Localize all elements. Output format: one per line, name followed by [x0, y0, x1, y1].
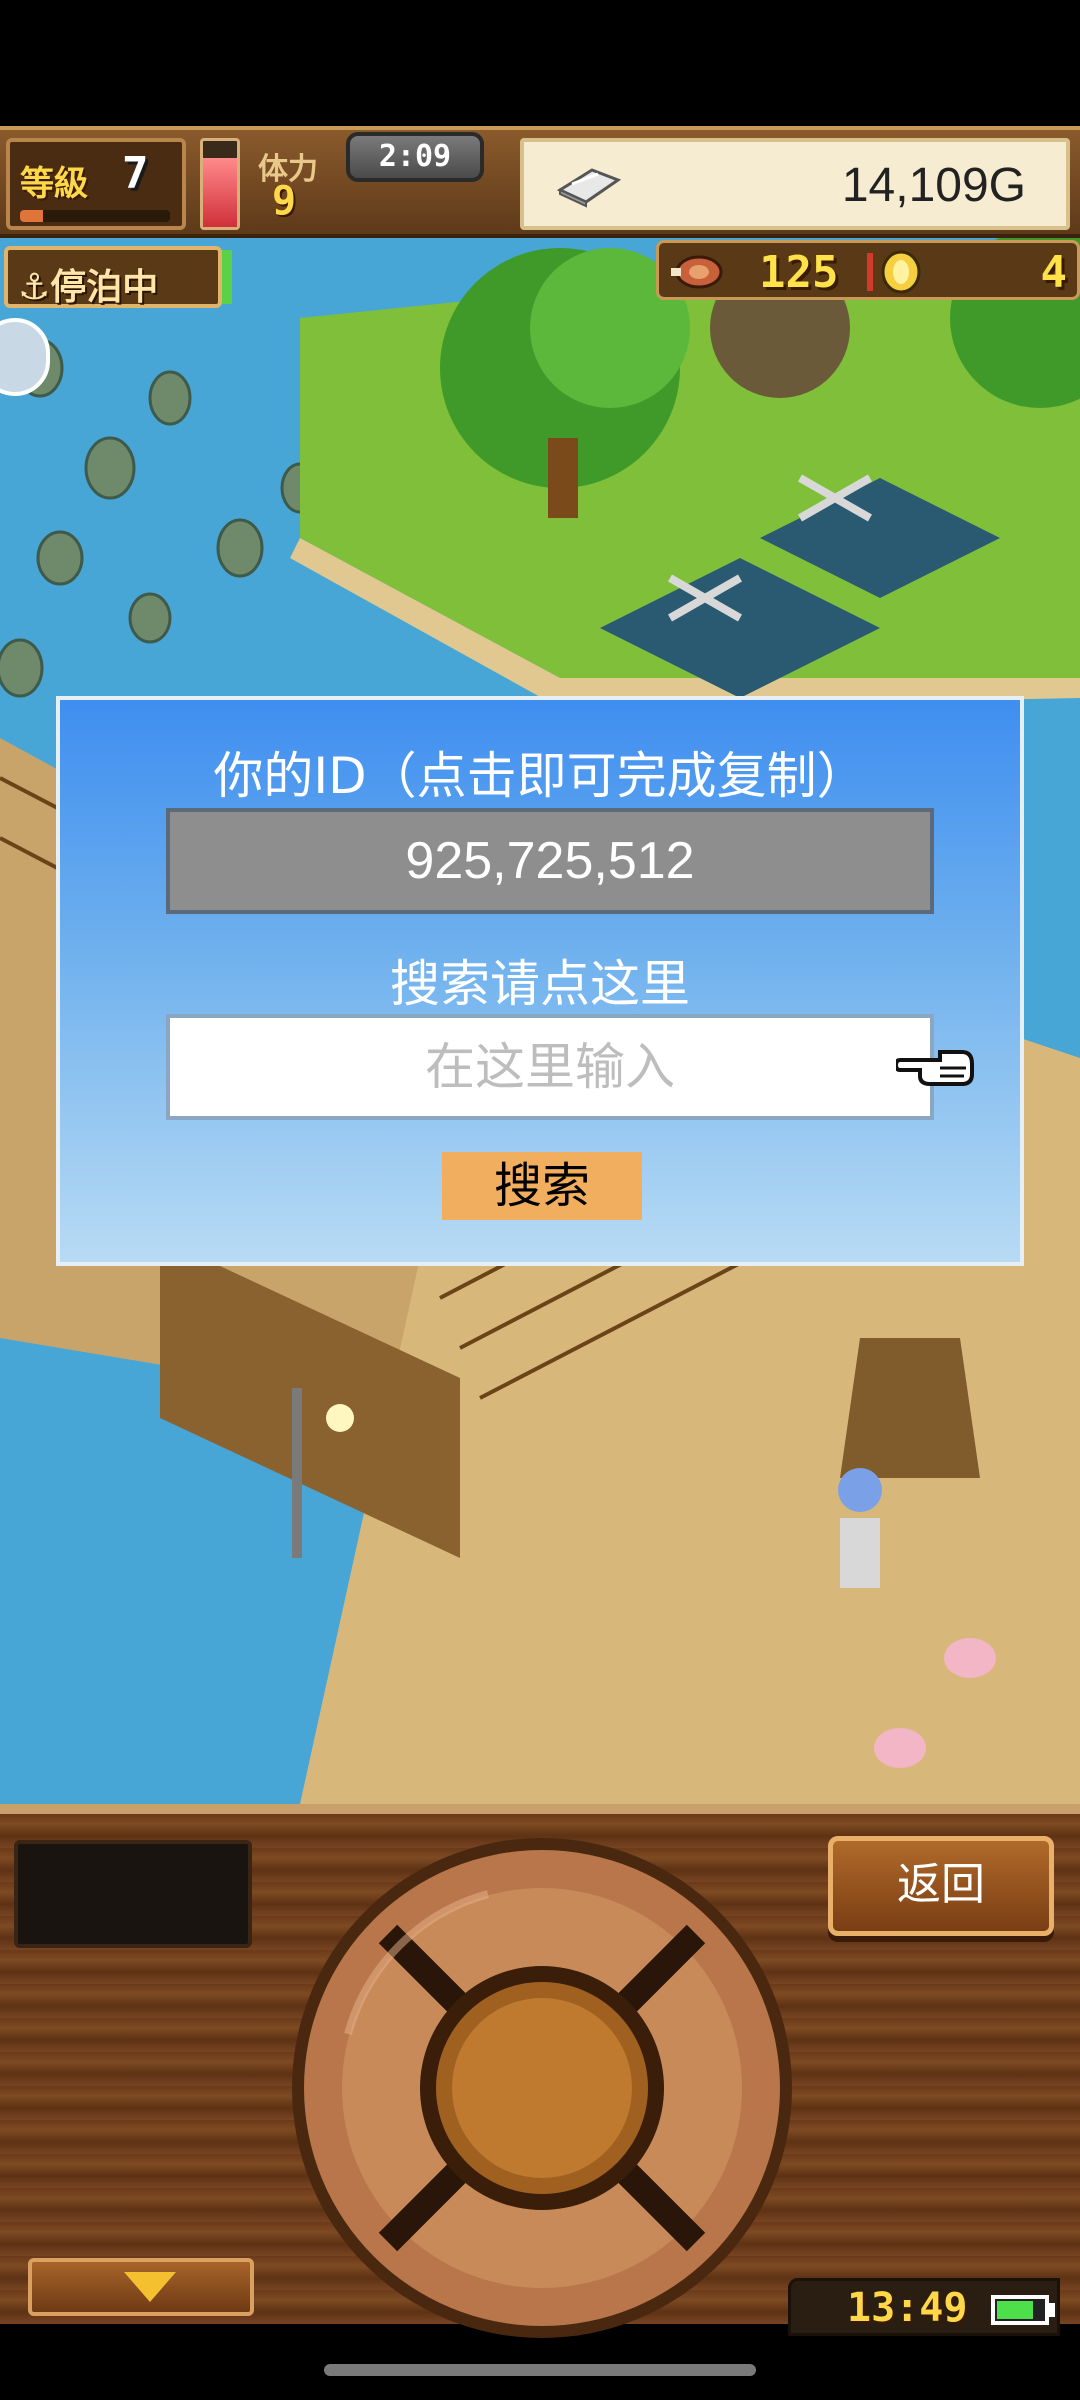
level-value: 7 — [122, 148, 149, 199]
pointing-hand-icon — [896, 1050, 974, 1086]
collapse-down-button[interactable] — [28, 2258, 254, 2316]
battery-fill — [997, 2301, 1033, 2319]
level-panel: 等級 7 — [6, 138, 186, 230]
anchored-status-indicator — [222, 250, 232, 304]
level-label: 等級 — [20, 164, 88, 204]
gold-panel: 14,109G — [520, 138, 1070, 230]
top-hud: 等級 7 体力 9 2:09 14,109G — [0, 126, 1080, 238]
info-screen — [14, 1840, 252, 1948]
dpad-wheel[interactable] — [288, 1834, 796, 2342]
medal-count: 4 — [1040, 247, 1068, 298]
control-panel: 返回 13:49 — [0, 1804, 1080, 2338]
medal-coin-icon — [881, 250, 921, 294]
battery-tip — [1049, 2303, 1055, 2317]
search-button[interactable]: 搜索 — [442, 1152, 642, 1220]
resource-divider — [867, 253, 873, 291]
back-button[interactable]: 返回 — [828, 1836, 1054, 1936]
food-count: 125 — [759, 247, 839, 298]
stamina-timer: 2:09 — [346, 132, 484, 182]
silver-ingot-icon — [556, 168, 622, 208]
meat-icon — [671, 255, 723, 289]
game-clock: 13:49 — [847, 2285, 968, 2331]
gold-amount: 14,109G — [841, 159, 1026, 212]
resource-bar: 125 4 — [656, 240, 1080, 300]
anchored-status-label: ⚓停泊中 — [18, 267, 159, 308]
search-input[interactable] — [166, 1014, 934, 1120]
search-label: 搜索请点这里 — [390, 955, 690, 1013]
player-id-copy-box[interactable]: 925,725,512 — [166, 808, 934, 914]
stamina-gauge-fill — [203, 158, 237, 227]
xp-bar — [20, 210, 170, 222]
xp-bar-fill — [20, 210, 43, 222]
status-bar-area — [0, 0, 1080, 126]
home-indicator[interactable] — [324, 2364, 756, 2376]
stamina-value: 9 — [272, 178, 297, 224]
anchored-status-badge[interactable]: ⚓停泊中 — [4, 246, 222, 308]
friend-search-dialog: 你的ID（点击即可完成复制） 925,725,512 搜索请点这里 搜索 — [56, 696, 1024, 1266]
stamina-gauge — [200, 138, 240, 230]
chevron-down-icon — [124, 2272, 176, 2302]
clock-box: 13:49 — [788, 2278, 1060, 2336]
battery-icon — [991, 2295, 1049, 2325]
dialog-title: 你的ID（点击即可完成复制） — [213, 747, 867, 805]
